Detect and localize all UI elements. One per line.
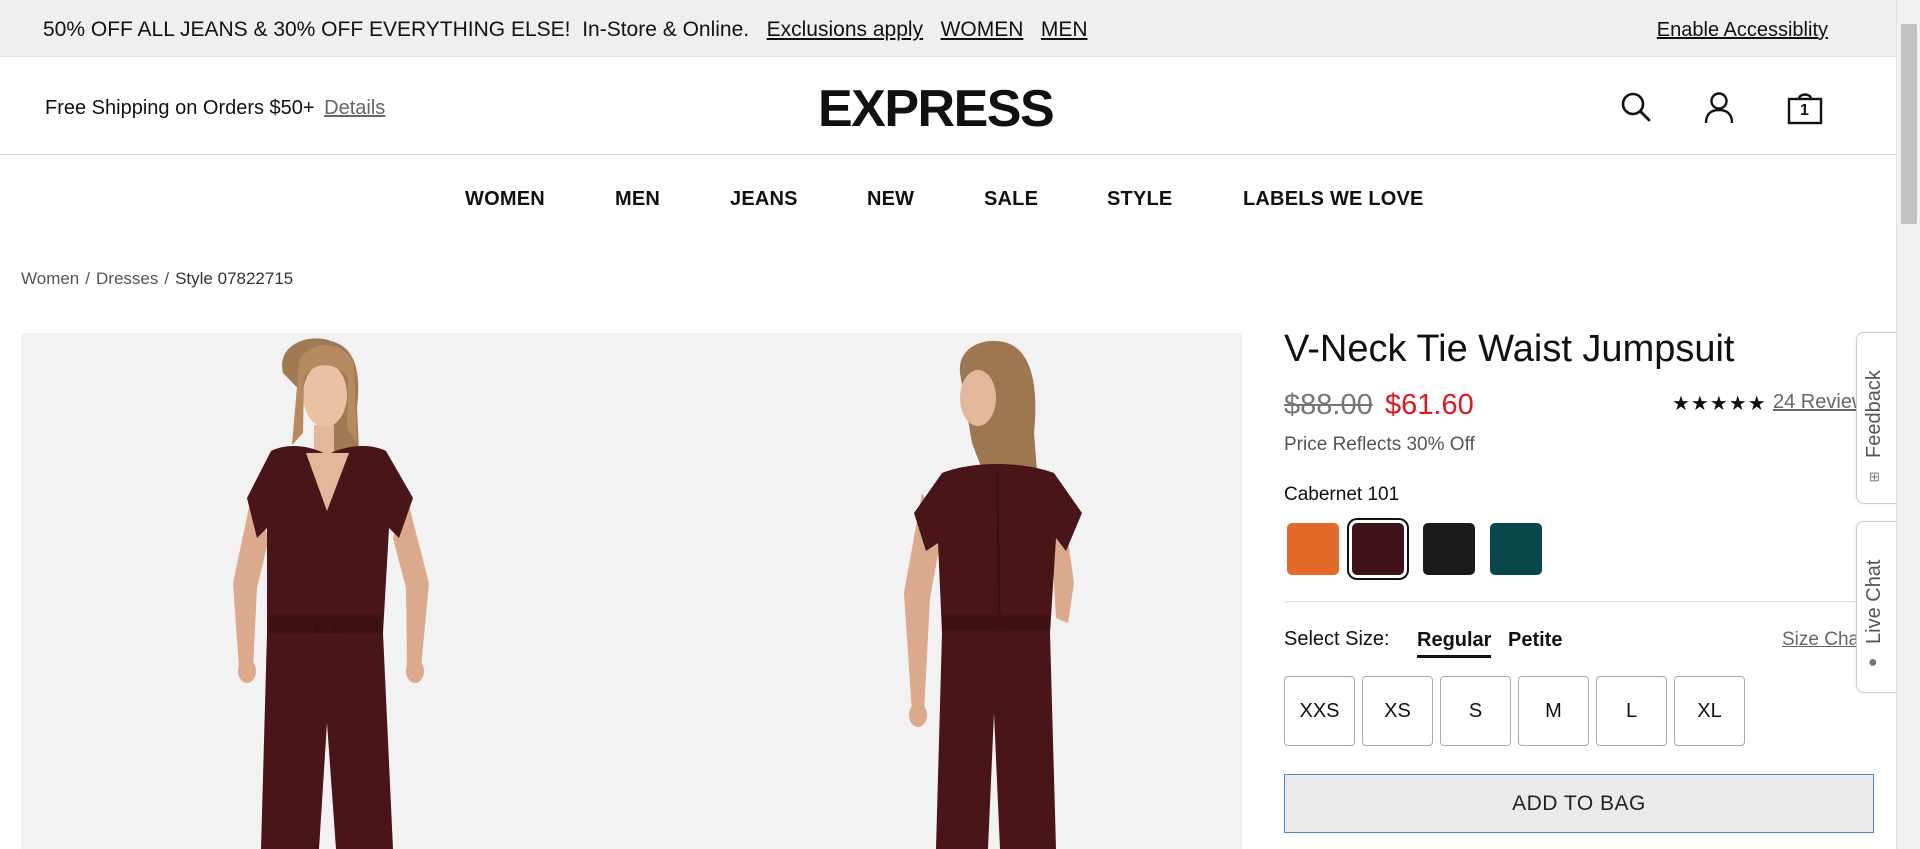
promo-men-link[interactable]: MEN <box>1041 18 1088 41</box>
breadcrumb-women[interactable]: Women <box>21 269 79 288</box>
product-title: V-Neck Tie Waist Jumpsuit <box>1284 328 1735 370</box>
shipping-text: Free Shipping on Orders $50+ <box>45 97 315 119</box>
shipping-notice: Free Shipping on Orders $50+ Details <box>45 97 385 120</box>
product-gallery[interactable] <box>21 333 1242 849</box>
size-m[interactable]: M <box>1518 676 1589 746</box>
promo-text: 50% OFF ALL JEANS & 30% OFF EVERYTHING E… <box>43 18 571 41</box>
original-price: $88.00 <box>1284 389 1373 421</box>
shipping-details-link[interactable]: Details <box>324 97 385 119</box>
nav-style[interactable]: STYLE <box>1107 188 1172 211</box>
size-l[interactable]: L <box>1596 676 1667 746</box>
express-logo[interactable]: EXPRESS <box>818 79 1055 139</box>
size-xl[interactable]: XL <box>1674 676 1745 746</box>
exclusions-link[interactable]: Exclusions apply <box>767 18 923 41</box>
scrollbar-thumb[interactable] <box>1901 24 1917 224</box>
select-size-label: Select Size: <box>1284 628 1390 650</box>
breadcrumb-dresses[interactable]: Dresses <box>96 269 158 288</box>
breadcrumb: Women / Dresses / Style 07822715 <box>21 269 293 289</box>
nav-sale[interactable]: SALE <box>984 188 1038 211</box>
breadcrumb-style: Style 07822715 <box>175 269 294 288</box>
rating-stars[interactable]: ★★★★★ <box>1672 391 1767 416</box>
divider <box>1284 601 1874 602</box>
promo-message: 50% OFF ALL JEANS & 30% OFF EVERYTHING E… <box>43 18 1088 42</box>
product-image-front[interactable] <box>21 333 621 849</box>
color-swatch-teal[interactable] <box>1490 523 1542 575</box>
product-image-back[interactable] <box>642 333 1242 849</box>
fit-tab-regular[interactable]: Regular <box>1417 629 1492 658</box>
feedback-icon: ⊞ <box>1869 469 1880 484</box>
fit-tab-petite[interactable]: Petite <box>1508 629 1562 652</box>
chat-icon: ● <box>1868 654 1878 671</box>
color-swatch-black[interactable] <box>1423 523 1475 575</box>
size-s[interactable]: S <box>1440 676 1511 746</box>
nav-women[interactable]: WOMEN <box>465 188 545 211</box>
live-chat-tab[interactable]: ● Live Chat <box>1856 521 1896 693</box>
selected-color-name: Cabernet 101 <box>1284 484 1400 505</box>
nav-men[interactable]: MEN <box>615 188 660 211</box>
color-swatch-orange[interactable] <box>1287 523 1339 575</box>
price-note: Price Reflects 30% Off <box>1284 434 1475 455</box>
product-info-panel: V-Neck Tie Waist Jumpsuit $88.00 $61.60 … <box>1284 0 1876 849</box>
breadcrumb-separator: / <box>164 269 170 288</box>
live-chat-label: Live Chat <box>1863 559 1885 645</box>
promo-channel: In-Store & Online. <box>582 18 750 41</box>
feedback-tab[interactable]: ⊞ Feedback <box>1856 332 1896 504</box>
nav-new[interactable]: NEW <box>867 188 914 211</box>
size-xs[interactable]: XS <box>1362 676 1433 746</box>
feedback-label: Feedback <box>1863 370 1885 458</box>
breadcrumb-separator: / <box>85 269 90 288</box>
nav-jeans[interactable]: JEANS <box>730 188 798 211</box>
sale-price: $61.60 <box>1385 389 1474 421</box>
size-xxs[interactable]: XXS <box>1284 676 1355 746</box>
color-swatch-cabernet[interactable] <box>1352 523 1404 575</box>
page-scrollbar[interactable] <box>1896 0 1920 849</box>
promo-women-link[interactable]: WOMEN <box>941 18 1024 41</box>
add-to-bag-button[interactable]: ADD TO BAG <box>1284 774 1874 833</box>
